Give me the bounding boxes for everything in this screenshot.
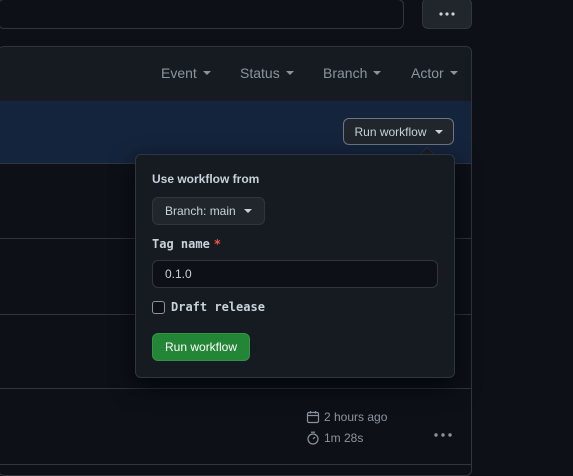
filter-event-label: Event <box>161 65 197 81</box>
branch-select-label: Branch: main <box>165 204 236 218</box>
popover-heading: Use workflow from <box>152 172 260 186</box>
filter-status-label: Status <box>240 65 280 81</box>
run-options-button[interactable] <box>434 424 452 442</box>
run-workflow-submit-label: Run workflow <box>165 340 238 354</box>
triangle-down-icon <box>285 71 294 75</box>
kebab-horizontal-icon <box>439 11 455 16</box>
run-duration: 1m 28s <box>306 431 363 445</box>
tag-name-label: Tag name * <box>152 237 221 251</box>
run-time-ago: 2 hours ago <box>324 410 388 424</box>
triangle-down-icon <box>202 71 211 75</box>
filter-branch[interactable]: Branch <box>323 65 382 81</box>
filter-actor-label: Actor <box>411 65 444 81</box>
run-workflow-dropdown-button[interactable]: Run workflow <box>343 118 454 145</box>
kebab-horizontal-icon <box>434 433 452 437</box>
tag-name-label-text: Tag name <box>152 237 210 251</box>
filter-status[interactable]: Status <box>240 65 294 81</box>
run-duration-value: 1m 28s <box>324 431 364 445</box>
run-timestamp: 2 hours ago <box>306 410 387 424</box>
filter-bar: Event Status Branch Actor <box>0 47 471 102</box>
run-workflow-dropdown-label: Run workflow <box>354 124 427 139</box>
tag-name-input[interactable] <box>152 260 438 288</box>
search-input[interactable] <box>0 0 404 29</box>
filter-event[interactable]: Event <box>161 65 211 81</box>
filter-actor[interactable]: Actor <box>411 65 458 81</box>
row-divider <box>0 464 471 465</box>
required-marker: * <box>213 237 222 251</box>
triangle-down-icon <box>434 129 443 134</box>
branch-select-button[interactable]: Branch: main <box>152 197 265 225</box>
calendar-icon <box>306 411 320 424</box>
triangle-down-icon <box>373 71 382 75</box>
more-options-button[interactable] <box>422 0 472 29</box>
triangle-down-icon <box>243 209 252 213</box>
draft-release-option[interactable]: Draft release <box>152 300 265 314</box>
draft-release-checkbox[interactable] <box>152 300 165 314</box>
draft-release-label: Draft release <box>171 300 265 314</box>
popover-arrow-inner <box>421 148 433 154</box>
triangle-down-icon <box>449 71 458 75</box>
run-workflow-submit-button[interactable]: Run workflow <box>152 333 251 361</box>
filter-branch-label: Branch <box>323 65 368 81</box>
row-divider <box>0 388 471 389</box>
stopwatch-icon <box>307 431 319 445</box>
run-workflow-popover: Use workflow from Branch: main Tag name *… <box>135 154 455 378</box>
